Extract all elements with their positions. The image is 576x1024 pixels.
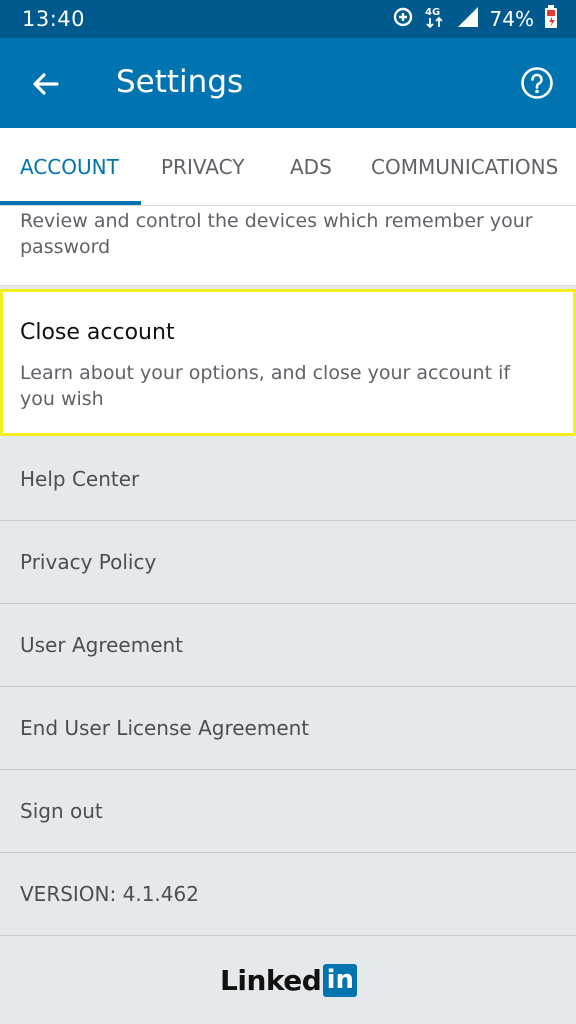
privacy-policy-label: Privacy Policy bbox=[20, 550, 157, 574]
battery-percent: 74% bbox=[489, 7, 534, 31]
active-tab-indicator bbox=[0, 201, 141, 205]
help-circle-icon[interactable] bbox=[520, 66, 554, 100]
sign-out-button[interactable]: Sign out bbox=[0, 770, 576, 853]
arrow-back-icon[interactable] bbox=[30, 68, 62, 100]
privacy-policy-link[interactable]: Privacy Policy bbox=[0, 521, 576, 604]
logo-in-badge: in bbox=[323, 963, 358, 997]
svg-text:4G: 4G bbox=[425, 7, 440, 18]
tab-bar: ACCOUNT PRIVACY ADS COMMUNICATIONS bbox=[0, 128, 576, 206]
battery-charging-icon bbox=[544, 5, 558, 33]
eula-label: End User License Agreement bbox=[20, 716, 310, 740]
network-4g-icon: 4G bbox=[424, 5, 446, 33]
sign-out-label: Sign out bbox=[20, 799, 103, 823]
close-account-card[interactable]: Close account Learn about your options, … bbox=[0, 289, 576, 436]
close-account-description: Learn about your options, and close your… bbox=[20, 362, 511, 410]
help-center-link[interactable]: Help Center bbox=[0, 438, 576, 521]
help-center-label: Help Center bbox=[20, 467, 140, 491]
user-agreement-link[interactable]: User Agreement bbox=[0, 604, 576, 687]
user-agreement-label: User Agreement bbox=[20, 633, 184, 657]
close-account-title: Close account bbox=[20, 320, 175, 345]
status-time: 13:40 bbox=[22, 7, 86, 31]
page-title: Settings bbox=[116, 64, 244, 100]
tab-account[interactable]: ACCOUNT bbox=[20, 128, 119, 205]
signal-icon bbox=[456, 6, 480, 32]
version-text: VERSION: 4.1.462 bbox=[20, 882, 199, 906]
tab-communications[interactable]: COMMUNICATIONS bbox=[371, 128, 558, 205]
version-row: VERSION: 4.1.462 bbox=[0, 853, 576, 936]
status-icons: 4G 74% bbox=[382, 5, 558, 33]
logo-word: Linked bbox=[220, 963, 322, 997]
remembered-devices-description: Review and control the devices which rem… bbox=[20, 210, 533, 258]
linkedin-logo: Linked in bbox=[220, 963, 358, 997]
tab-ads[interactable]: ADS bbox=[290, 128, 332, 205]
data-saver-icon bbox=[392, 6, 414, 32]
eula-link[interactable]: End User License Agreement bbox=[0, 687, 576, 770]
remembered-devices-card[interactable]: Review and control the devices which rem… bbox=[0, 206, 576, 286]
app-bar: Settings bbox=[0, 38, 576, 128]
status-bar: 13:40 4G 74% bbox=[0, 0, 576, 38]
tab-privacy[interactable]: PRIVACY bbox=[161, 128, 244, 205]
